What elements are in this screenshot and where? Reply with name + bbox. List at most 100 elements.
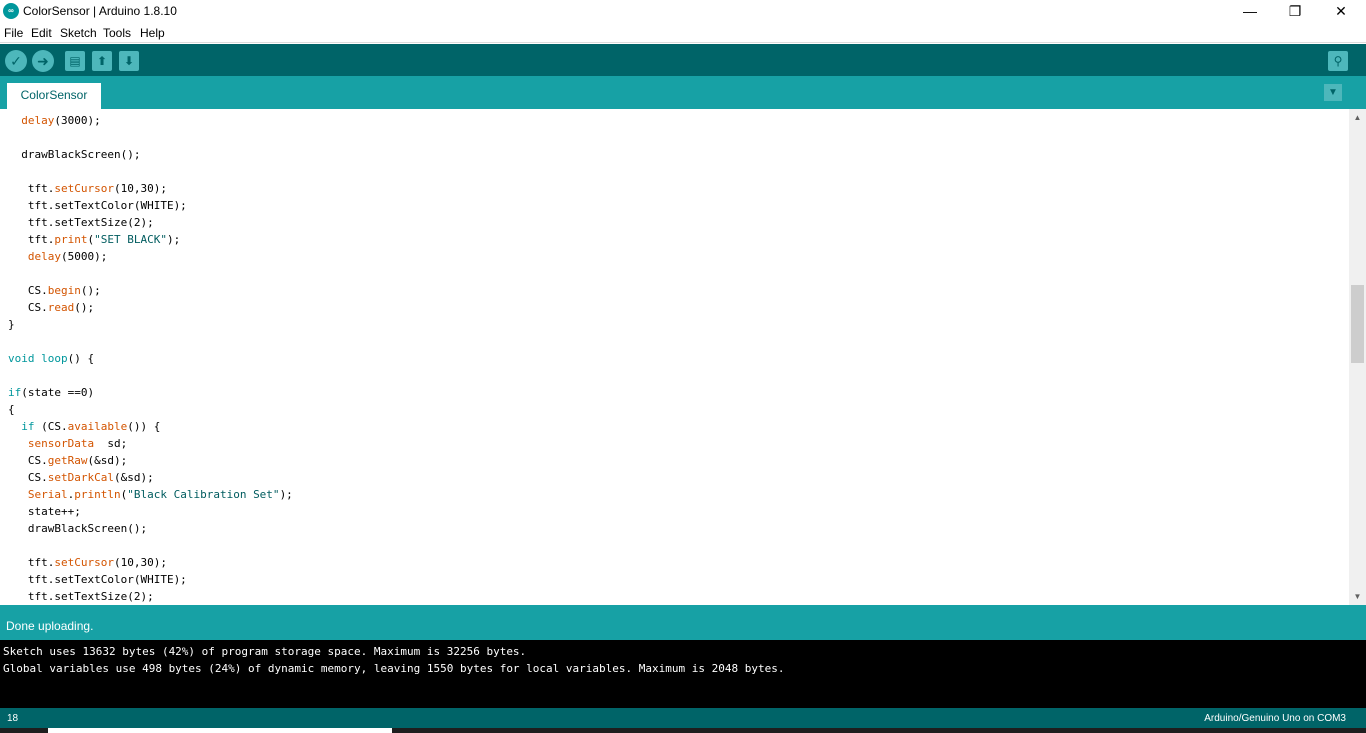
menu-file[interactable]: File: [4, 26, 23, 40]
code-token: sd;: [94, 437, 128, 450]
code-line[interactable]: if(state ==0): [8, 384, 293, 401]
code-token: begin: [47, 284, 81, 297]
new-sketch-icon[interactable]: ▤: [65, 51, 85, 71]
code-token: (5000);: [61, 250, 108, 263]
window-title: ColorSensor | Arduino 1.8.10: [23, 4, 177, 18]
taskbar-strip-highlight: [48, 728, 392, 733]
code-token: tft.: [8, 233, 55, 246]
code-line[interactable]: CS.begin();: [8, 282, 293, 299]
code-token: CS.: [8, 301, 48, 314]
tab-colorsensor[interactable]: ColorSensor: [7, 83, 101, 109]
scrollbar-thumb[interactable]: [1351, 285, 1364, 363]
console-line: Sketch uses 13632 bytes (42%) of program…: [3, 645, 527, 658]
code-line[interactable]: tft.setTextSize(2);: [8, 588, 293, 605]
code-line[interactable]: [8, 129, 293, 146]
code-line[interactable]: [8, 265, 293, 282]
code-token: tft.: [8, 182, 55, 195]
code-line[interactable]: drawBlackScreen();: [8, 520, 293, 537]
code-token: (10,30);: [113, 182, 167, 195]
code-line[interactable]: {: [8, 401, 293, 418]
code-token: (&sd);: [87, 454, 128, 467]
code-line[interactable]: [8, 537, 293, 554]
code-token: tft.: [8, 556, 55, 569]
code-token: CS.: [8, 284, 48, 297]
code-line[interactable]: state++;: [8, 503, 293, 520]
status-message: Done uploading.: [6, 619, 94, 633]
code-token: }: [8, 318, 15, 331]
menu-tools[interactable]: Tools: [103, 26, 131, 40]
code-token: {: [8, 403, 15, 416]
scroll-down-icon[interactable]: ▼: [1349, 588, 1366, 605]
code-token: "SET BLACK": [94, 233, 167, 246]
code-token: read: [47, 301, 75, 314]
code-token: ()) {: [127, 420, 161, 433]
code-line[interactable]: CS.setDarkCal(&sd);: [8, 469, 293, 486]
save-sketch-icon[interactable]: ⬇: [119, 51, 139, 71]
code-line[interactable]: CS.getRaw(&sd);: [8, 452, 293, 469]
menu-help[interactable]: Help: [140, 26, 165, 40]
code-line[interactable]: }: [8, 316, 293, 333]
code-line[interactable]: if (CS.available()) {: [8, 418, 293, 435]
code-token: tft.setTextColor(WHITE);: [8, 573, 187, 586]
code-line[interactable]: tft.setCursor(10,30);: [8, 554, 293, 571]
code-line[interactable]: sensorData sd;: [8, 435, 293, 452]
line-number: 18: [7, 713, 19, 724]
tab-menu-icon[interactable]: ▼: [1324, 84, 1342, 101]
code-token: print: [54, 233, 88, 246]
code-line[interactable]: void loop() {: [8, 350, 293, 367]
menu-sketch[interactable]: Sketch: [60, 26, 97, 40]
code-line[interactable]: drawBlackScreen();: [8, 146, 293, 163]
code-token: () {: [67, 352, 95, 365]
code-token: state++;: [8, 505, 81, 518]
scroll-up-icon[interactable]: ▲: [1349, 109, 1366, 126]
minimize-button[interactable]: —: [1227, 0, 1273, 23]
code-editor[interactable]: delay(3000); drawBlackScreen(); tft.setC…: [0, 109, 1349, 605]
code-token: sensorData: [27, 437, 95, 450]
code-token: "Black Calibration Set": [127, 488, 280, 501]
code-token: CS.: [8, 471, 48, 484]
code-token: (10,30);: [113, 556, 167, 569]
arduino-logo-icon: ∞: [3, 3, 19, 19]
toolbar: ✓ ➜ ▤ ⬆ ⬇ ⚲: [0, 44, 1366, 76]
code-line[interactable]: [8, 163, 293, 180]
menu-edit[interactable]: Edit: [31, 26, 52, 40]
footer-bar: 18 Arduino/Genuino Uno on COM3: [0, 708, 1366, 728]
code-token: if: [21, 420, 35, 433]
upload-icon[interactable]: ➜: [32, 50, 54, 72]
serial-monitor-icon[interactable]: ⚲: [1328, 51, 1348, 71]
board-info: Arduino/Genuino Uno on COM3: [1204, 713, 1346, 724]
console-output[interactable]: Sketch uses 13632 bytes (42%) of program…: [0, 640, 1366, 708]
open-sketch-icon[interactable]: ⬆: [92, 51, 112, 71]
code-token: if: [8, 386, 22, 399]
code-text[interactable]: delay(3000); drawBlackScreen(); tft.setC…: [8, 112, 293, 605]
code-line[interactable]: tft.setTextColor(WHITE);: [8, 197, 293, 214]
menu-bar: File Edit Sketch Tools Help: [0, 23, 1366, 43]
code-line[interactable]: delay(5000);: [8, 248, 293, 265]
restore-button[interactable]: ❐: [1272, 0, 1318, 23]
code-line[interactable]: tft.setTextSize(2);: [8, 214, 293, 231]
code-token: (state ==0): [21, 386, 95, 399]
code-token: CS.: [8, 454, 48, 467]
code-line[interactable]: tft.setTextColor(WHITE);: [8, 571, 293, 588]
code-line[interactable]: [8, 333, 293, 350]
code-token: loop: [41, 352, 68, 365]
code-token: (CS.: [34, 420, 68, 433]
code-token: );: [279, 488, 293, 501]
code-token: tft.setTextColor(WHITE);: [8, 199, 187, 212]
code-line[interactable]: tft.print("SET BLACK");: [8, 231, 293, 248]
code-line[interactable]: CS.read();: [8, 299, 293, 316]
verify-icon[interactable]: ✓: [5, 50, 27, 72]
code-token: Serial: [27, 488, 68, 501]
code-line[interactable]: Serial.println("Black Calibration Set");: [8, 486, 293, 503]
code-token: setCursor: [54, 556, 114, 569]
code-line[interactable]: delay(3000);: [8, 112, 293, 129]
close-button[interactable]: ✕: [1318, 0, 1364, 23]
code-line[interactable]: [8, 367, 293, 384]
code-line[interactable]: tft.setCursor(10,30);: [8, 180, 293, 197]
code-token: (&sd);: [113, 471, 154, 484]
